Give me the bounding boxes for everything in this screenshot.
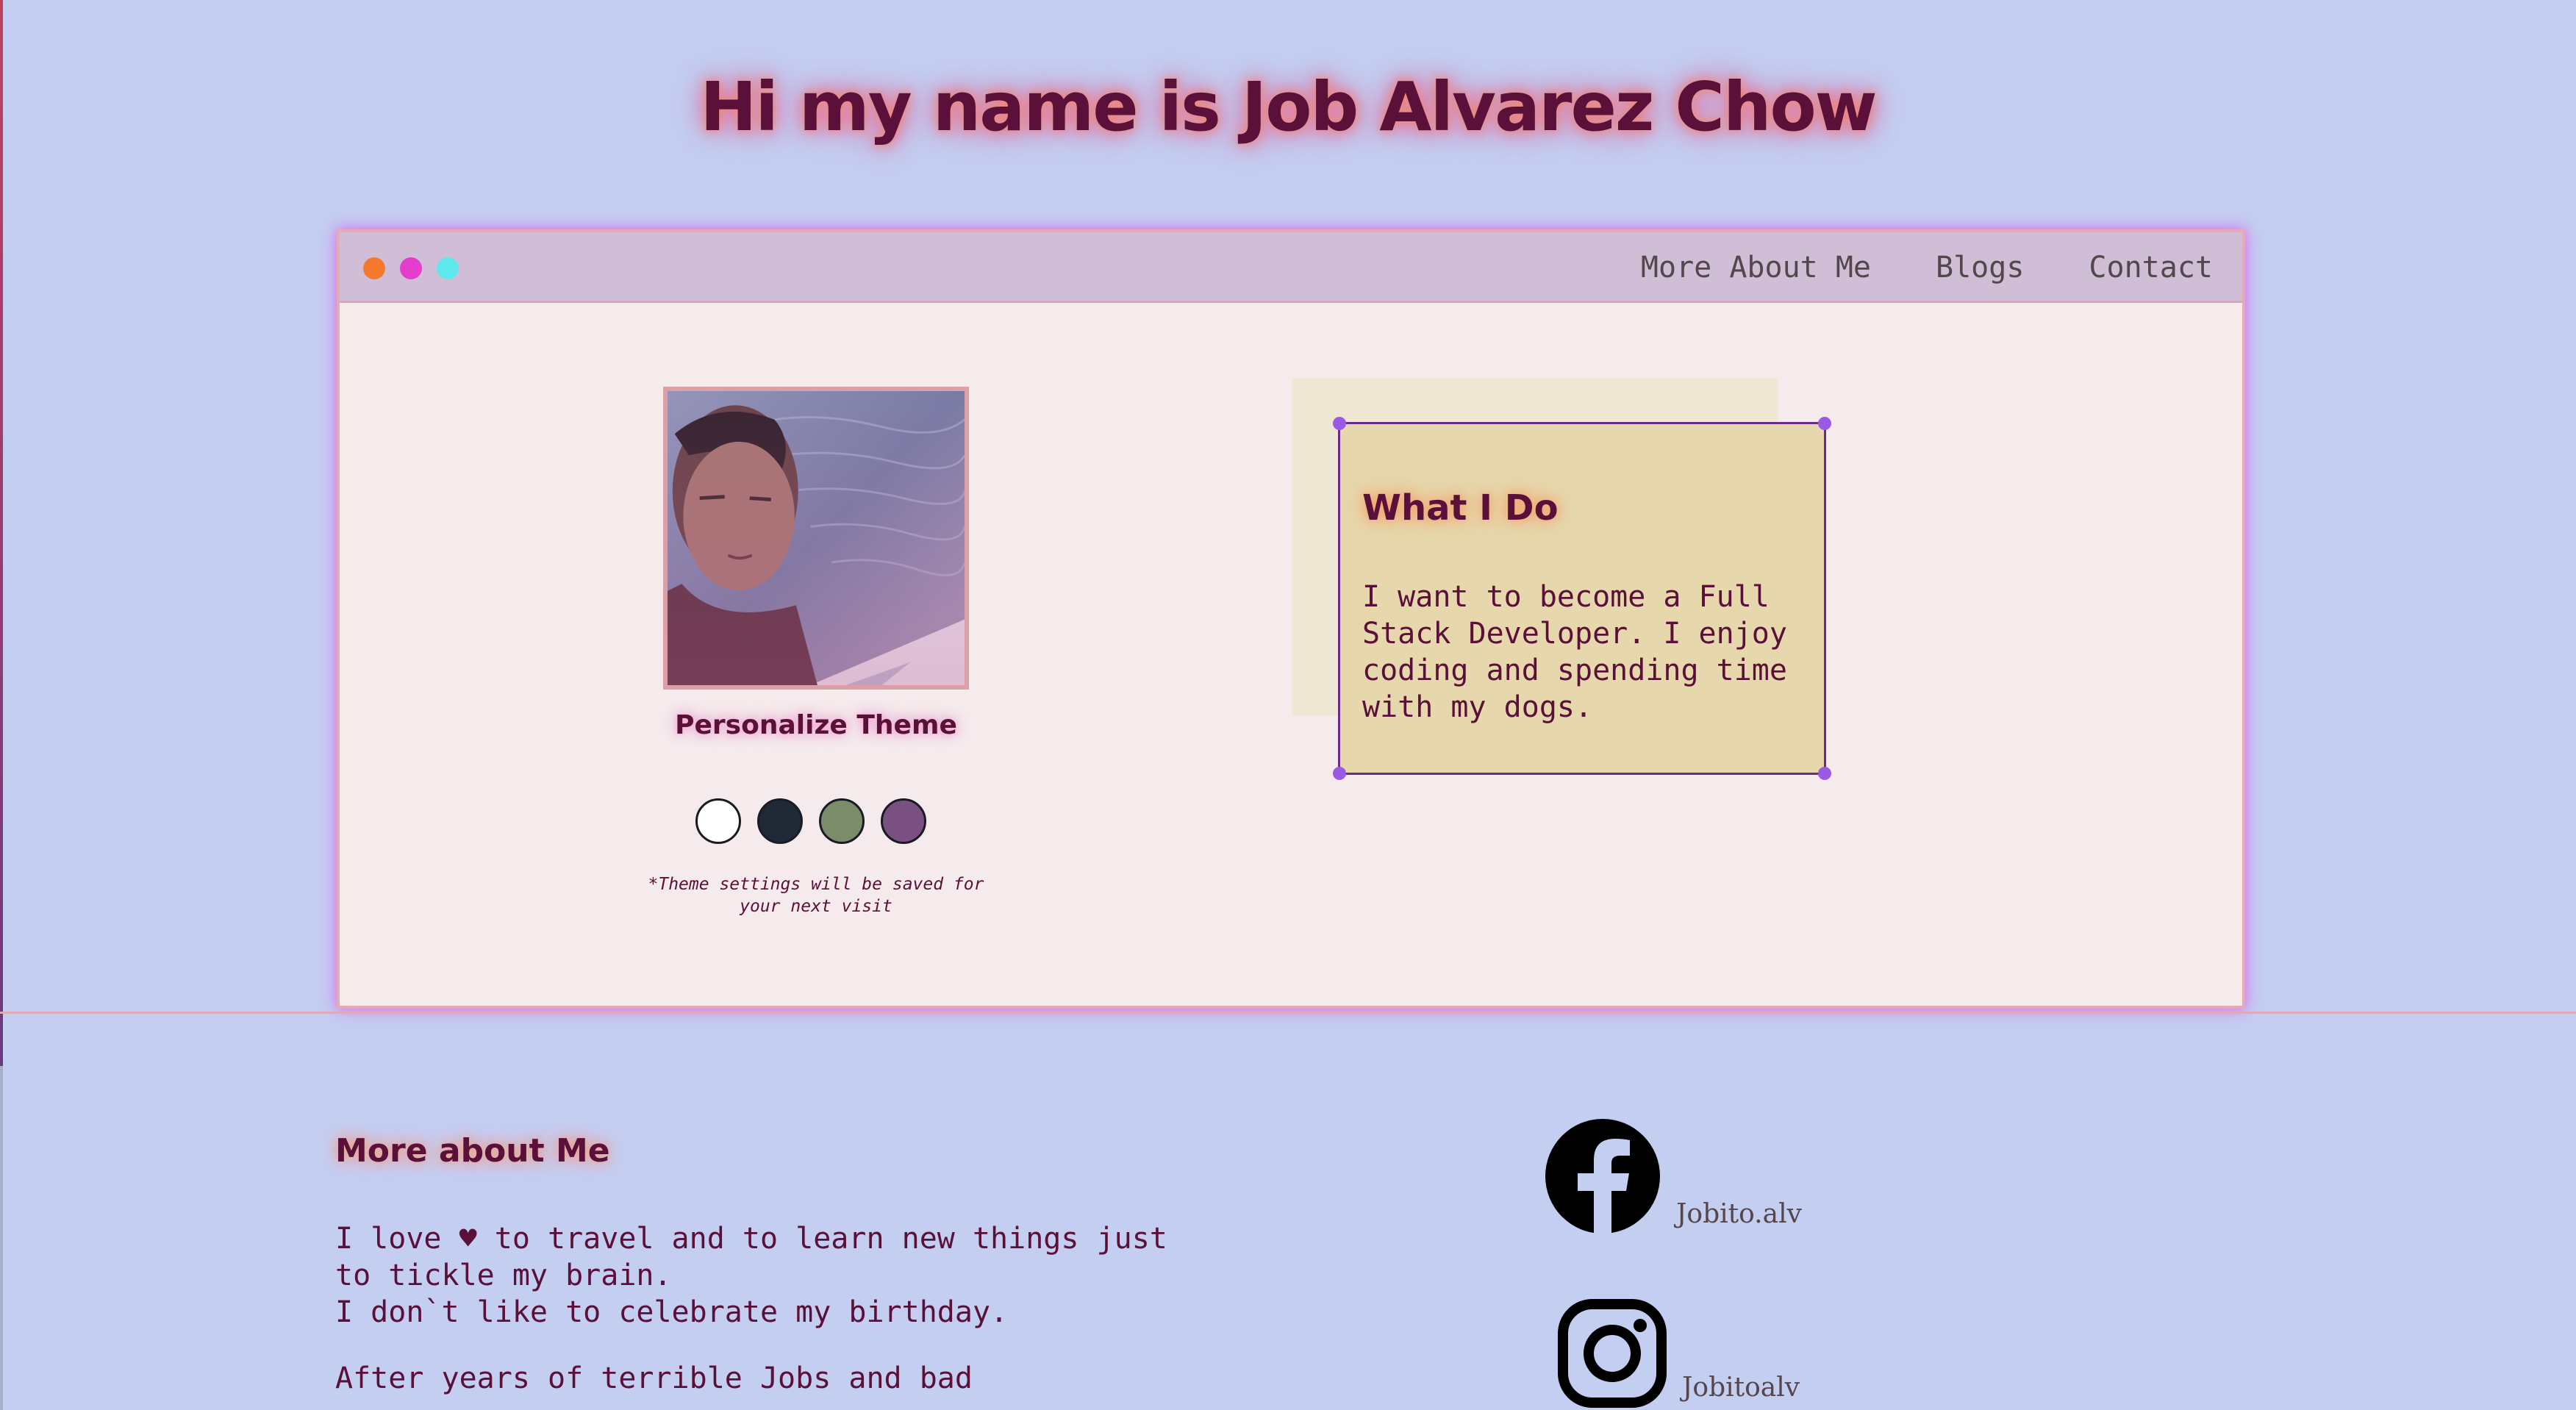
theme-swatch-white[interactable] <box>695 798 741 844</box>
instagram-link[interactable]: Jobitoalv <box>1557 1298 1800 1409</box>
resize-handle-top-right[interactable] <box>1818 417 1831 430</box>
instagram-handle: Jobitoalv <box>1682 1373 1800 1403</box>
theme-note-line1: *Theme settings will be saved for <box>648 875 984 894</box>
nav-link-more-about-me[interactable]: More About Me <box>1641 251 1871 284</box>
what-i-do-body: I want to become a Full Stack Developer.… <box>1362 580 1787 724</box>
theme-note-line2: your next visit <box>740 897 892 916</box>
about-paragraph-2: After years of terrible Jobs and bad <box>335 1360 1217 1397</box>
window-maximize-dot[interactable] <box>437 257 459 279</box>
facebook-handle: Jobito.alv <box>1676 1199 1802 1229</box>
nav-link-blogs[interactable]: Blogs <box>1936 251 2024 284</box>
more-about-me-text: I love ♥ to travel and to learn new thin… <box>335 1220 1217 1410</box>
instagram-icon <box>1558 1299 1667 1408</box>
personalize-theme-heading: Personalize Theme <box>675 710 957 740</box>
about-line-4: After years of terrible Jobs and bad <box>335 1361 973 1395</box>
left-edge-strip-lower <box>0 1066 3 1410</box>
window-titlebar: More About Me Blogs Contact <box>340 232 2242 303</box>
main-nav: More About Me Blogs Contact <box>1641 232 2213 303</box>
theme-swatch-sage-green[interactable] <box>819 798 865 844</box>
facebook-icon <box>1545 1119 1660 1234</box>
resize-handle-bottom-left[interactable] <box>1333 767 1346 780</box>
page-title: Hi my name is Job Alvarez Chow <box>700 68 1877 146</box>
section-divider <box>0 1012 2576 1014</box>
theme-note: *Theme settings will be saved for your n… <box>634 873 998 917</box>
more-about-me-heading: More about Me <box>335 1132 610 1170</box>
theme-swatches <box>695 798 926 844</box>
resize-handle-bottom-right[interactable] <box>1818 767 1831 780</box>
about-paragraph-1: I love ♥ to travel and to learn new thin… <box>335 1220 1217 1331</box>
profile-photo-image <box>668 391 965 685</box>
nav-link-contact[interactable]: Contact <box>2089 251 2213 284</box>
theme-swatch-plum[interactable] <box>881 798 926 844</box>
browser-window: More About Me Blogs Contact Personalize … <box>337 229 2245 1009</box>
what-i-do-title: What I Do <box>1362 487 1559 529</box>
theme-swatch-dark-navy[interactable] <box>757 798 803 844</box>
about-line-2: to tickle my brain. <box>335 1259 672 1292</box>
about-line-1: I love ♥ to travel and to learn new thin… <box>335 1222 1167 1256</box>
facebook-link[interactable]: Jobito.alv <box>1544 1117 1802 1235</box>
what-i-do-card[interactable]: What I Do I want to become a Full Stack … <box>1333 417 1831 780</box>
resize-handle-top-left[interactable] <box>1333 417 1346 430</box>
about-line-3: I don`t like to celebrate my birthday. <box>335 1295 1009 1329</box>
window-close-dot[interactable] <box>363 257 385 279</box>
left-edge-strip <box>0 0 3 1066</box>
window-minimize-dot[interactable] <box>400 257 422 279</box>
profile-photo <box>663 387 969 690</box>
